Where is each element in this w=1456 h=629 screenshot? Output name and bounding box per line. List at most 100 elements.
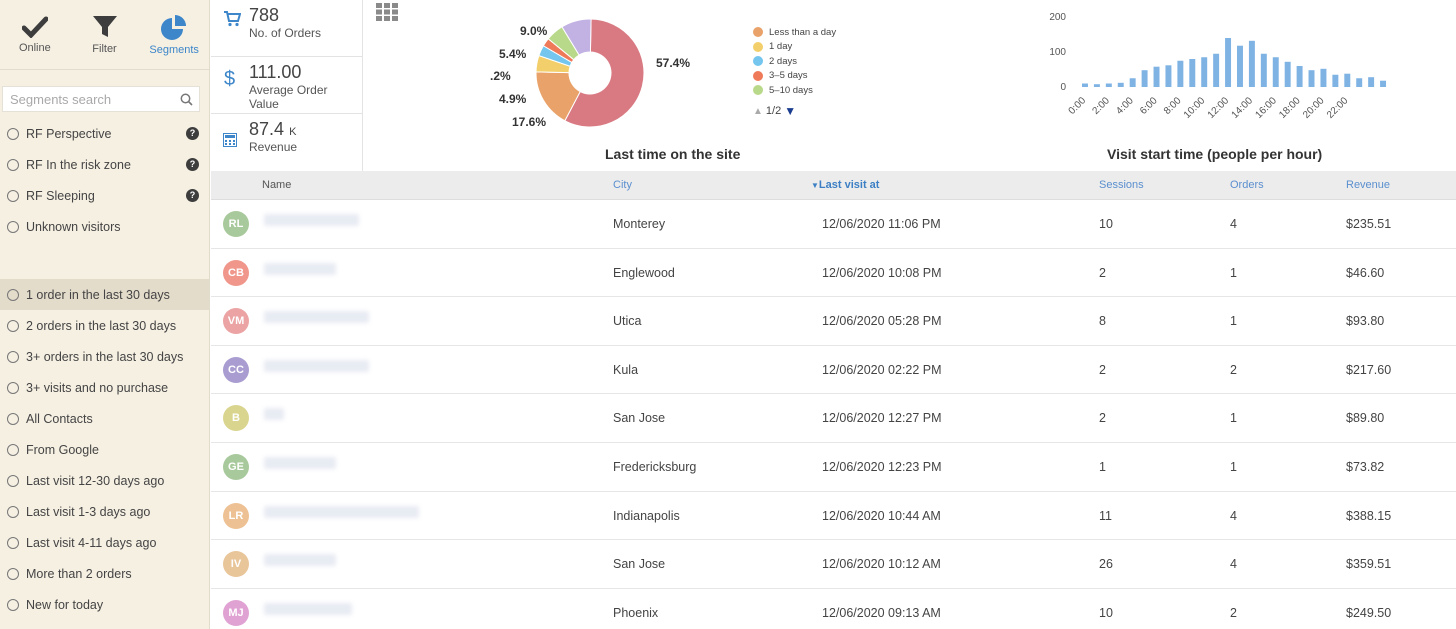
legend-item[interactable]: 2 days xyxy=(753,54,836,69)
radio-icon[interactable] xyxy=(7,127,19,140)
histogram-bar[interactable] xyxy=(1177,60,1184,87)
redacted-name[interactable] xyxy=(264,602,352,615)
histogram-bar[interactable] xyxy=(1332,74,1339,87)
header-last-visit[interactable]: ▼Last visit at xyxy=(811,179,879,191)
search-icon[interactable] xyxy=(180,93,193,106)
x-tick-label: 6:00 xyxy=(1138,95,1160,117)
radio-icon[interactable] xyxy=(7,505,19,518)
histogram-bar[interactable] xyxy=(1141,70,1148,87)
histogram-bar[interactable] xyxy=(1105,83,1112,88)
segment-item[interactable]: Unknown visitors xyxy=(0,211,209,242)
table-row[interactable]: CB Englewood 12/06/2020 10:08 PM 2 1 $46.60 xyxy=(211,249,1456,298)
segment-item[interactable]: Last visit 4-11 days ago xyxy=(0,527,209,558)
histogram-bar[interactable] xyxy=(1093,84,1100,87)
segment-item[interactable]: Last visit 1-3 days ago xyxy=(0,496,209,527)
histogram-bar[interactable] xyxy=(1356,78,1363,87)
redacted-name[interactable] xyxy=(264,311,369,324)
grid-menu-icon[interactable] xyxy=(376,3,398,21)
table-row[interactable]: RL Monterey 12/06/2020 11:06 PM 10 4 $235.51 xyxy=(211,200,1456,249)
redacted-name[interactable] xyxy=(264,456,336,469)
filter-button[interactable]: Filter xyxy=(70,0,140,69)
histogram-bar[interactable] xyxy=(1117,82,1124,87)
histogram-bar[interactable] xyxy=(1248,40,1255,87)
redacted-name[interactable] xyxy=(264,262,336,275)
redacted-name[interactable] xyxy=(264,408,284,421)
header-name[interactable]: Name xyxy=(262,179,291,191)
segment-item[interactable]: All Contacts xyxy=(0,403,209,434)
header-revenue[interactable]: Revenue xyxy=(1346,179,1390,191)
radio-icon[interactable] xyxy=(7,412,19,425)
header-city[interactable]: City xyxy=(613,179,632,191)
radio-icon[interactable] xyxy=(7,536,19,549)
legend-prev-icon[interactable]: ▲ xyxy=(753,106,763,117)
table-row[interactable]: GE Fredericksburg 12/06/2020 12:23 PM 1 1 $73… xyxy=(211,443,1456,492)
histogram-bar[interactable] xyxy=(1296,66,1303,87)
histogram-bar[interactable] xyxy=(1284,61,1291,87)
segment-label: More than 2 orders xyxy=(26,566,132,581)
redacted-name[interactable] xyxy=(264,554,336,567)
redacted-name[interactable] xyxy=(264,505,419,518)
histogram-bar[interactable] xyxy=(1153,66,1160,87)
legend-next-icon[interactable]: ▼ xyxy=(784,104,796,118)
histogram-bar[interactable] xyxy=(1368,77,1375,87)
online-button[interactable]: Online xyxy=(0,0,70,69)
table-row[interactable]: IV San Jose 12/06/2020 10:12 AM 26 4 $359.51 xyxy=(211,540,1456,589)
legend-item[interactable]: 1 day xyxy=(753,40,836,55)
histogram-bar[interactable] xyxy=(1308,70,1315,87)
table-row[interactable]: LR Indianapolis 12/06/2020 10:44 AM 11 4 $388… xyxy=(211,492,1456,541)
cell-revenue: $249.50 xyxy=(1346,605,1392,620)
segment-item[interactable]: 3+ orders in the last 30 days xyxy=(0,341,209,372)
segments-search-input[interactable] xyxy=(3,87,173,111)
histogram-bar[interactable] xyxy=(1189,59,1196,87)
segment-item[interactable]: 1 order in the last 30 days xyxy=(0,279,209,310)
help-icon[interactable]: ? xyxy=(186,158,199,171)
histogram-bar[interactable] xyxy=(1237,45,1243,87)
histogram-bar[interactable] xyxy=(1165,65,1172,87)
table-row[interactable]: MJ Phoenix 12/06/2020 09:13 AM 10 2 $249.50 xyxy=(211,589,1456,629)
histogram-bar[interactable] xyxy=(1380,80,1387,87)
histogram-bar[interactable] xyxy=(1213,53,1220,87)
radio-icon[interactable] xyxy=(7,288,19,301)
segment-item[interactable]: RF Sleeping? xyxy=(0,180,209,211)
help-icon[interactable]: ? xyxy=(186,189,199,202)
segment-item[interactable]: More than 2 orders xyxy=(0,558,209,589)
table-row[interactable]: VM Utica 12/06/2020 05:28 PM 8 1 $93.80 xyxy=(211,297,1456,346)
histogram-bar[interactable] xyxy=(1129,78,1136,87)
header-sessions[interactable]: Sessions xyxy=(1099,179,1144,191)
radio-icon[interactable] xyxy=(7,381,19,394)
help-icon[interactable]: ? xyxy=(186,127,199,140)
radio-icon[interactable] xyxy=(7,350,19,363)
legend-item[interactable]: 5–10 days xyxy=(753,83,836,98)
segment-item[interactable]: From Google xyxy=(0,434,209,465)
segments-button[interactable]: Segments xyxy=(139,0,209,69)
histogram-bar[interactable] xyxy=(1320,68,1327,87)
radio-icon[interactable] xyxy=(7,319,19,332)
histogram-bar[interactable] xyxy=(1344,73,1351,87)
histogram-bar[interactable] xyxy=(1272,57,1279,87)
redacted-name[interactable] xyxy=(264,359,369,372)
table-row[interactable]: CC Kula 12/06/2020 02:22 PM 2 2 $217.60 xyxy=(211,346,1456,395)
radio-icon[interactable] xyxy=(7,598,19,611)
radio-icon[interactable] xyxy=(7,220,19,233)
segment-item[interactable]: Last visit 12-30 days ago xyxy=(0,465,209,496)
radio-icon[interactable] xyxy=(7,567,19,580)
histogram-bar[interactable] xyxy=(1201,57,1208,87)
segment-item[interactable]: New for today xyxy=(0,589,209,620)
histogram-bar[interactable] xyxy=(1225,38,1232,87)
legend-item[interactable]: Less than a day xyxy=(753,25,836,40)
radio-icon[interactable] xyxy=(7,474,19,487)
histogram-bar[interactable] xyxy=(1082,83,1088,88)
radio-icon[interactable] xyxy=(7,443,19,456)
segment-item[interactable]: RF Perspective? xyxy=(0,118,209,149)
radio-icon[interactable] xyxy=(7,158,19,171)
aov-stat: $ 111.00 Average Order Value xyxy=(211,57,362,114)
legend-item[interactable]: 3–5 days xyxy=(753,69,836,84)
segment-item[interactable]: 3+ visits and no purchase xyxy=(0,372,209,403)
radio-icon[interactable] xyxy=(7,189,19,202)
redacted-name[interactable] xyxy=(264,214,359,226)
segment-item[interactable]: RF In the risk zone? xyxy=(0,149,209,180)
table-row[interactable]: B San Jose 12/06/2020 12:27 PM 2 1 $89.80 xyxy=(211,394,1456,443)
histogram-bar[interactable] xyxy=(1260,53,1267,87)
header-orders[interactable]: Orders xyxy=(1230,179,1264,191)
segment-item[interactable]: 2 orders in the last 30 days xyxy=(0,310,209,341)
